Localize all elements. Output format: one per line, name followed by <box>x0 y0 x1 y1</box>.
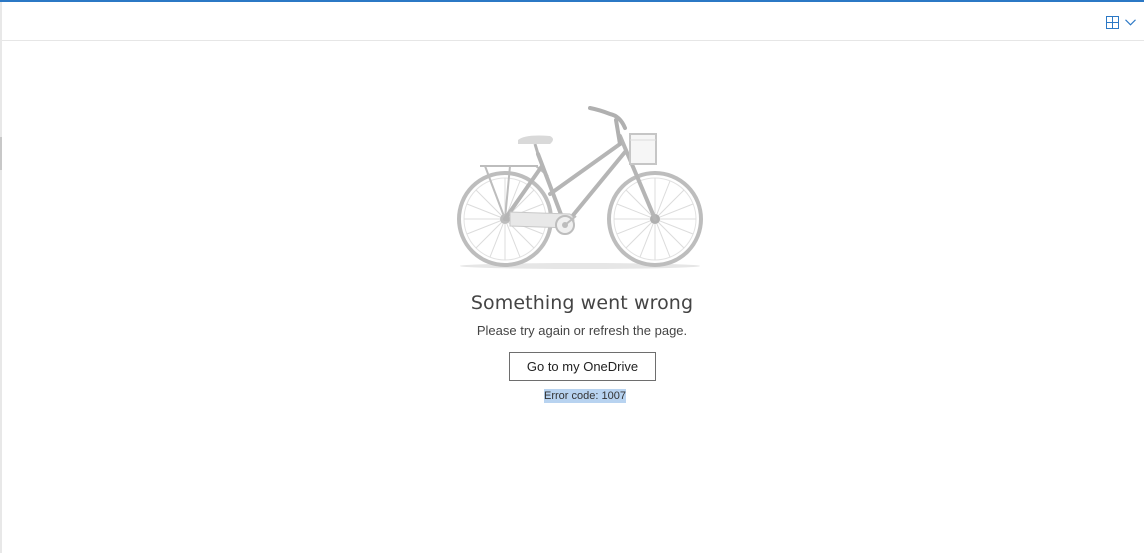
chevron-down-icon <box>1125 18 1136 26</box>
error-code: Error code: 1007 <box>544 389 626 403</box>
command-bar <box>2 2 1144 41</box>
bicycle-illustration <box>450 104 710 276</box>
left-pane-border <box>0 2 2 553</box>
onedrive-error-page: Something went wrong Please try again or… <box>0 0 1144 553</box>
left-pane-handle[interactable] <box>0 137 2 170</box>
go-to-onedrive-button[interactable]: Go to my OneDrive <box>509 352 656 381</box>
grid-view-icon <box>1106 15 1119 29</box>
error-message: Please try again or refresh the page. <box>476 323 688 338</box>
error-title: Something went wrong <box>470 292 694 314</box>
view-switcher-button[interactable] <box>1106 12 1136 32</box>
